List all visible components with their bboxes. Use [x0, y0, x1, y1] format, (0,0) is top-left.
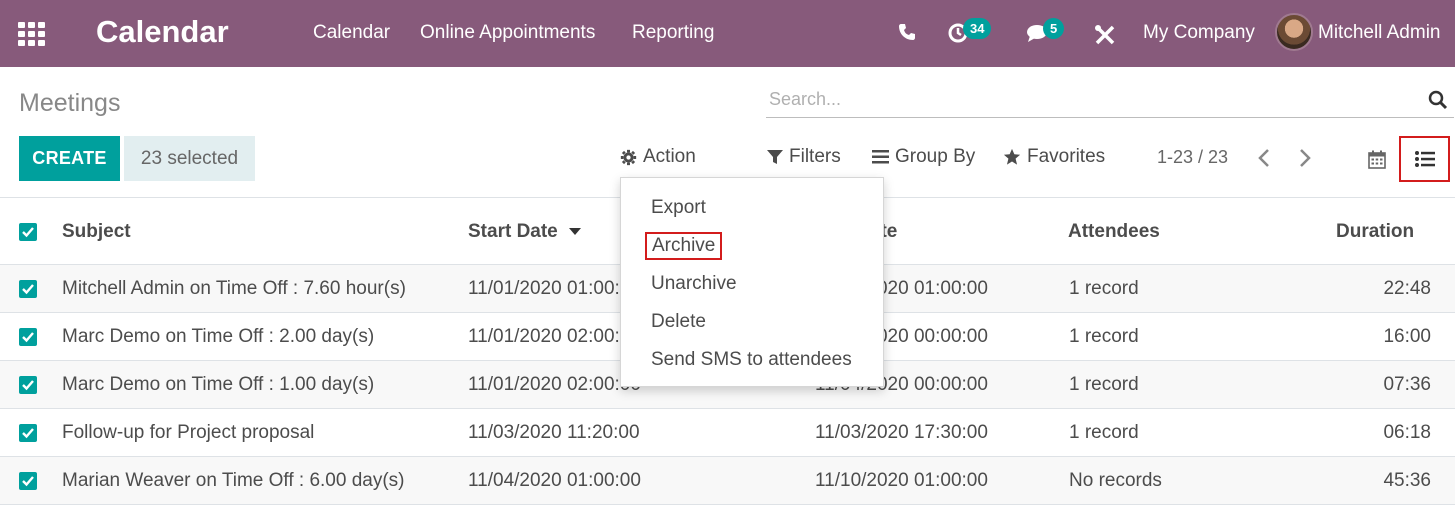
apps-grid-icon[interactable]: [18, 22, 46, 46]
selected-count: 23 selected: [124, 136, 255, 181]
top-navbar: Calendar Calendar Online Appointments Re…: [0, 0, 1455, 67]
cell-duration: 45:36: [1383, 470, 1431, 491]
menu-item-delete[interactable]: Delete: [651, 311, 706, 333]
filters-label: Filters: [789, 146, 841, 167]
search-bar: [766, 84, 1454, 118]
cell-subject: Marc Demo on Time Off : 2.00 day(s): [62, 326, 375, 347]
company-switcher[interactable]: My Company: [1143, 22, 1255, 44]
app-title: Calendar: [96, 14, 229, 49]
row-checkbox[interactable]: [19, 472, 37, 490]
row-checkbox[interactable]: [19, 424, 37, 442]
cell-end-date: 11/03/2020 17:30:00: [815, 422, 988, 443]
menu-item-send-sms[interactable]: Send SMS to attendees: [651, 349, 852, 371]
cell-duration: 07:36: [1383, 374, 1431, 395]
create-button[interactable]: CREATE: [19, 136, 120, 181]
user-menu[interactable]: Mitchell Admin: [1318, 22, 1441, 44]
cell-start-date: 11/03/2020 11:20:00: [468, 422, 640, 443]
tools-icon[interactable]: [1094, 24, 1116, 51]
cell-start-date: 11/01/2020 02:00:00: [468, 326, 641, 347]
header-duration[interactable]: Duration: [1336, 198, 1414, 266]
cell-start-date: 11/01/2020 02:00:00: [468, 374, 641, 395]
list-bars-icon: [872, 150, 889, 164]
menu-reporting[interactable]: Reporting: [632, 22, 714, 44]
header-start-date[interactable]: Start Date: [468, 198, 582, 266]
gear-icon: [620, 149, 637, 165]
search-icon[interactable]: [1428, 90, 1448, 115]
calendar-icon: [1368, 150, 1386, 169]
menu-item-archive[interactable]: Archive: [645, 232, 723, 260]
chevron-left-icon[interactable]: [1257, 148, 1271, 173]
cell-subject: Mitchell Admin on Time Off : 7.60 hour(s…: [62, 278, 406, 299]
chevron-right-icon[interactable]: [1298, 148, 1312, 173]
menu-online-appointments[interactable]: Online Appointments: [420, 22, 595, 44]
cell-subject: Marc Demo on Time Off : 1.00 day(s): [62, 374, 375, 395]
cell-subject: Follow-up for Project proposal: [62, 422, 315, 443]
user-avatar[interactable]: [1275, 13, 1313, 51]
cell-duration: 22:48: [1383, 278, 1431, 299]
table-row[interactable]: Follow-up for Project proposal 11/03/202…: [0, 409, 1455, 457]
activity-count-badge: 34: [963, 18, 992, 39]
cell-attendees: 1 record: [1069, 326, 1139, 347]
menu-item-export[interactable]: Export: [651, 197, 706, 219]
cell-attendees: 1 record: [1069, 374, 1139, 395]
row-checkbox[interactable]: [19, 328, 37, 346]
list-view-button[interactable]: [1399, 136, 1450, 182]
menu-item-unarchive[interactable]: Unarchive: [651, 273, 737, 295]
favorites-button[interactable]: Favorites: [1003, 146, 1105, 168]
cell-subject: Marian Weaver on Time Off : 6.00 day(s): [62, 470, 405, 491]
groupby-label: Group By: [895, 146, 976, 167]
filter-icon: [767, 150, 783, 164]
list-icon: [1414, 151, 1435, 167]
row-checkbox[interactable]: [19, 280, 37, 298]
header-start-date-label: Start Date: [468, 221, 558, 242]
cell-attendees: No records: [1069, 470, 1162, 491]
action-dropdown-menu: Export Archive Unarchive Delete Send SMS…: [620, 177, 884, 387]
pager-value[interactable]: 1-23 / 23: [1157, 147, 1228, 168]
cell-end-date: 11/10/2020 01:00:00: [815, 470, 988, 491]
header-attendees[interactable]: Attendees: [1068, 198, 1160, 266]
cell-attendees: 1 record: [1069, 422, 1139, 443]
cell-start-date: 11/04/2020 01:00:00: [468, 470, 641, 491]
action-label: Action: [643, 146, 696, 167]
sort-desc-icon: [569, 227, 582, 235]
page-title: Meetings: [19, 89, 121, 117]
star-icon: [1003, 148, 1021, 165]
groupby-button[interactable]: Group By: [872, 146, 975, 168]
filters-button[interactable]: Filters: [767, 146, 841, 168]
calendar-view-button[interactable]: [1360, 136, 1394, 182]
favorites-label: Favorites: [1027, 146, 1106, 167]
menu-calendar[interactable]: Calendar: [313, 22, 390, 44]
select-all-checkbox[interactable]: [19, 223, 37, 241]
header-subject[interactable]: Subject: [62, 198, 131, 266]
cell-attendees: 1 record: [1069, 278, 1139, 299]
row-checkbox[interactable]: [19, 376, 37, 394]
search-input[interactable]: [766, 84, 1406, 114]
cell-start-date: 11/01/2020 01:00:00: [468, 278, 641, 299]
action-button[interactable]: Action: [620, 146, 696, 168]
table-row[interactable]: Marian Weaver on Time Off : 6.00 day(s) …: [0, 457, 1455, 505]
cell-duration: 06:18: [1383, 422, 1431, 443]
phone-icon[interactable]: [897, 22, 917, 47]
message-count-badge: 5: [1043, 18, 1065, 39]
cell-duration: 16:00: [1383, 326, 1431, 347]
